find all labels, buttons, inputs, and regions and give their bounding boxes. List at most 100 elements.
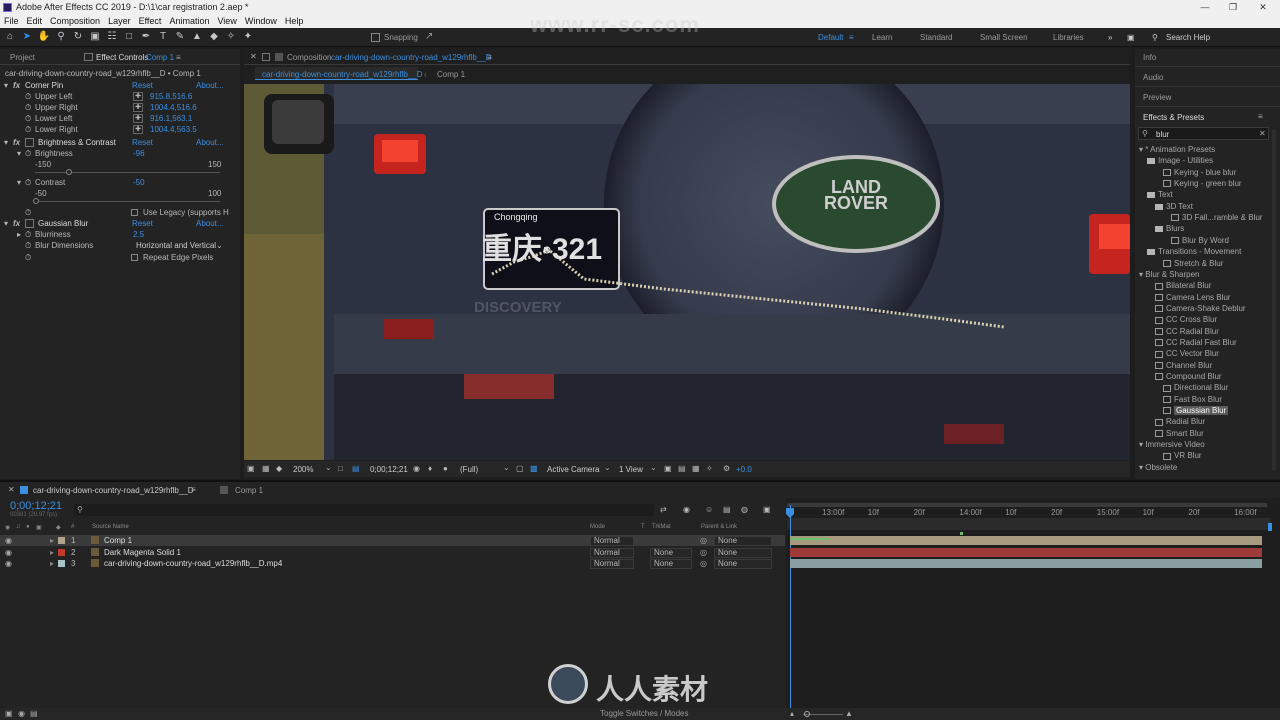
tab-effect-controls-comp[interactable]: Comp 1 [146, 53, 174, 62]
blend-mode-dropdown[interactable]: Normal [590, 547, 634, 558]
workspace-learn[interactable]: Learn [872, 33, 892, 42]
reset-button[interactable]: Reset [132, 80, 153, 91]
region-of-interest-icon[interactable]: ▦ [262, 464, 270, 473]
frame-blending-icon[interactable]: ▤ [723, 505, 731, 514]
stopwatch-icon[interactable]: ⏱ [25, 177, 31, 188]
home-icon[interactable]: ⌂ [3, 30, 17, 44]
shy-layers-icon[interactable]: ☺ [705, 505, 713, 514]
restore-icon[interactable]: ❐ [1218, 0, 1248, 14]
expand-caret-icon[interactable]: ▸ [50, 558, 54, 569]
menu-layer[interactable]: Layer [108, 16, 131, 26]
preset-tree-item[interactable]: Camera Lens Blur [1155, 292, 1230, 303]
preset-tree-item[interactable]: Compound Blur [1155, 371, 1222, 382]
layer-duration-bar[interactable] [790, 547, 1262, 557]
layer-search-box[interactable] [74, 504, 654, 516]
tab-project[interactable]: Project [10, 53, 35, 62]
time-zoom-handle[interactable] [804, 711, 810, 717]
effect-controls-lock-icon[interactable] [84, 53, 93, 61]
param-value[interactable]: 1004.4,563.5 [150, 124, 197, 135]
camera-dropdown[interactable]: Active Camera [547, 465, 599, 474]
panel-menu-icon[interactable]: ≡ [176, 53, 181, 62]
show-channel-icon[interactable]: ● [443, 464, 448, 473]
pan-behind-tool-icon[interactable]: ☷ [105, 30, 119, 44]
blend-mode-dropdown[interactable]: Normal [590, 536, 634, 546]
preset-tree-item[interactable]: Bilateral Blur [1155, 280, 1211, 291]
snapping-checkbox[interactable] [371, 33, 380, 42]
graph-editor-icon[interactable]: ▣ [763, 505, 771, 514]
zoom-dropdown[interactable]: 200% [293, 465, 313, 474]
brightness-slider-track[interactable] [35, 172, 220, 173]
param-value[interactable]: 916.1,563.1 [150, 113, 192, 124]
preset-tree-item[interactable]: Directional Blur [1163, 382, 1228, 393]
fx-icon[interactable]: fx [13, 80, 20, 91]
panel-menu-icon[interactable]: ≡ [1258, 112, 1263, 121]
composition-viewer[interactable]: Chongqing 重庆·321 LAND ROVER DISCOVERY [244, 84, 1130, 460]
viewer-timecode[interactable]: 0;00;12;21 [370, 465, 408, 474]
preset-tree-item[interactable]: CC Vector Blur [1155, 348, 1219, 359]
menu-effect[interactable]: Effect [139, 16, 162, 26]
preset-tree-item[interactable]: VR Blur [1163, 450, 1202, 461]
pen-tool-icon[interactable]: ✒ [139, 30, 153, 44]
preset-tree-item[interactable]: Transitions - Movement [1147, 246, 1241, 257]
more-workspaces-icon[interactable]: » [1108, 33, 1112, 42]
pick-whip-icon[interactable]: ◎ [700, 558, 707, 569]
fx-icon[interactable]: fx [13, 137, 20, 148]
eye-icon[interactable]: ◉ [5, 535, 12, 546]
expand-caret-icon[interactable]: ▾ [4, 137, 8, 148]
preset-tree-item[interactable]: Radial Blur [1155, 416, 1205, 427]
preview-panel-tab[interactable]: Preview [1143, 93, 1171, 102]
chevron-down-icon[interactable]: ⌄ [650, 463, 657, 472]
preset-tree-item[interactable]: CC Radial Blur [1155, 326, 1219, 337]
layer-label-color[interactable] [58, 548, 65, 556]
preset-tree-item[interactable]: CC Cross Blur [1155, 314, 1217, 325]
stopwatch-icon[interactable]: ⏱ [25, 207, 31, 218]
contrast-slider-handle[interactable] [33, 198, 39, 204]
crosshair-icon[interactable]: ✚ [133, 103, 143, 112]
contrast-slider-track[interactable] [35, 201, 220, 202]
preset-tree-item[interactable]: Keying - green blur [1163, 178, 1242, 189]
transparency-grid-icon[interactable]: ▤ [352, 464, 360, 473]
effects-scrollbar[interactable] [1272, 130, 1276, 470]
workspace-standard[interactable]: Standard [920, 33, 952, 42]
timeline-current-time[interactable]: 0;00;12;21 [10, 500, 62, 512]
parent-dropdown[interactable]: None [714, 547, 772, 558]
timeline-graph-area[interactable] [786, 498, 1280, 720]
preset-tree-item[interactable]: Stretch & Blur [1163, 258, 1223, 269]
3d-renderer-icon[interactable]: ✧ [706, 464, 713, 473]
comp-mini-flowchart-icon[interactable]: ⇄ [660, 505, 667, 514]
workspace-small-screen[interactable]: Small Screen [980, 33, 1028, 42]
effects-search-input[interactable]: blur [1156, 130, 1169, 139]
stopwatch-icon[interactable]: ⏱ [25, 91, 31, 102]
layer-switches-icon[interactable]: ▣ [5, 709, 13, 718]
always-preview-icon[interactable]: ▣ [247, 464, 255, 473]
zoom-in-icon[interactable]: ▲ [845, 709, 853, 718]
layer-duration-bar[interactable] [790, 536, 1262, 545]
preset-tree-item[interactable]: ▾ Immersive Video [1139, 439, 1205, 450]
about-button[interactable]: About... [196, 218, 224, 229]
expand-caret-icon[interactable]: ▸ [17, 229, 21, 240]
motion-blur-icon[interactable]: ◍ [741, 505, 748, 514]
breadcrumb-footage[interactable]: car-driving-down-country-road_w129rhflb_… [262, 70, 423, 79]
param-value[interactable]: -96 [133, 148, 145, 159]
camera-tool-icon[interactable]: ▣ [88, 30, 102, 44]
layer-duration-bar[interactable] [790, 559, 1262, 568]
flowchart-icon[interactable]: ▦ [692, 464, 700, 473]
reset-button[interactable]: Reset [132, 218, 153, 229]
expand-caret-icon[interactable]: ▸ [50, 535, 54, 546]
layer-label-color[interactable] [58, 560, 65, 567]
composition-tab-name[interactable]: car-driving-down-country-road_w129rhflb_… [331, 53, 492, 62]
brightness-slider-handle[interactable] [66, 169, 72, 175]
workspace-menu-icon[interactable]: ≡ [849, 33, 854, 42]
close-tab-icon[interactable]: ✕ [250, 52, 257, 61]
crosshair-icon[interactable]: ✚ [133, 92, 143, 101]
eraser-tool-icon[interactable]: ◆ [207, 30, 221, 44]
fit-icon[interactable]: □ [338, 464, 343, 473]
pick-whip-icon[interactable]: ◎ [700, 547, 707, 558]
menu-help[interactable]: Help [285, 16, 304, 26]
expand-caret-icon[interactable]: ▾ [4, 80, 8, 91]
param-value[interactable]: 1004.4,516.6 [150, 102, 197, 113]
preset-tree-item[interactable]: ▾ Blur & Sharpen [1139, 269, 1200, 280]
brush-tool-icon[interactable]: ✎ [173, 30, 187, 44]
menu-animation[interactable]: Animation [169, 16, 209, 26]
stopwatch-icon[interactable]: ⏱ [25, 240, 31, 251]
